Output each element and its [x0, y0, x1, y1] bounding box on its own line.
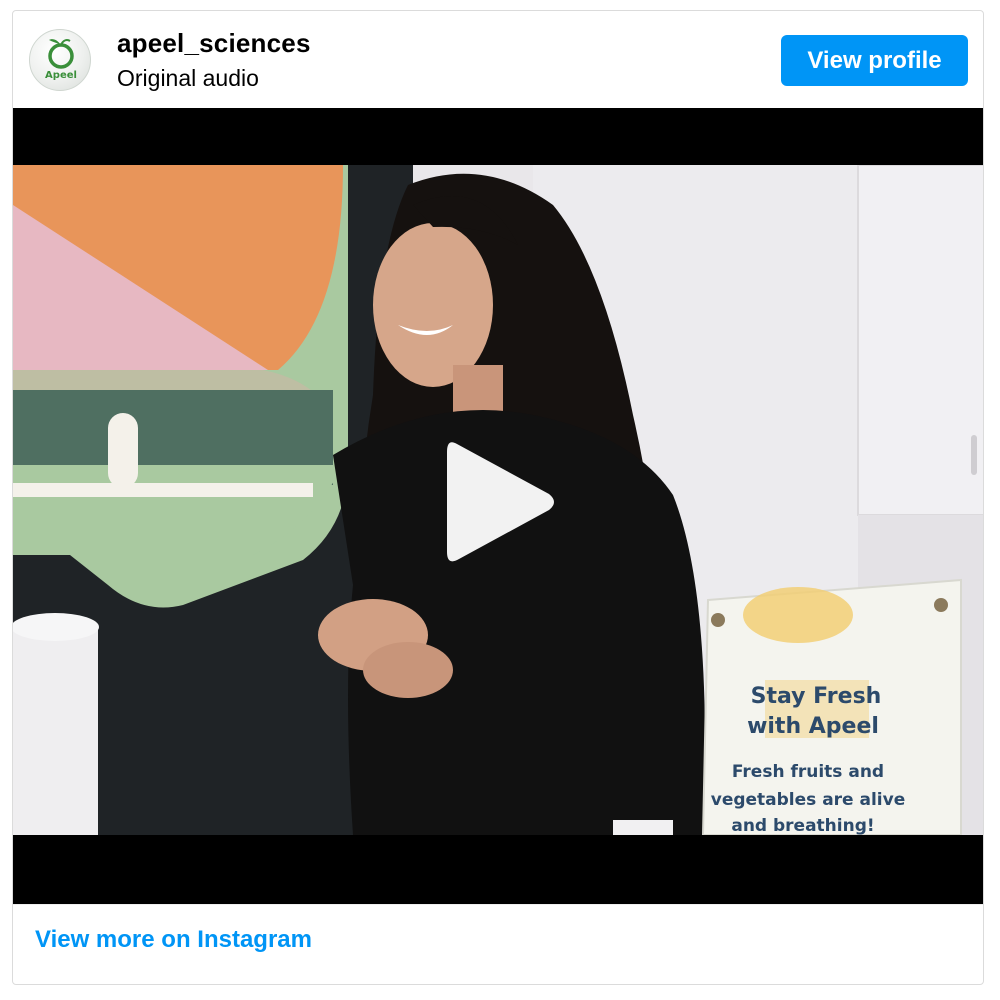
audio-label: Original audio — [117, 65, 259, 91]
instagram-embed: Apeel apeel_sciences Original audio View… — [12, 10, 984, 985]
play-icon[interactable] — [443, 438, 559, 566]
sign-body-line3: and breathing! — [731, 816, 874, 835]
sign-body-line1: Fresh fruits and — [732, 762, 884, 782]
apeel-logo-icon: Apeel — [45, 39, 77, 81]
view-more-instagram-link[interactable]: View more on Instagram — [35, 926, 312, 954]
sign-title-line2: with Apeel — [747, 714, 879, 739]
avatar-logo-text: Apeel — [45, 70, 77, 81]
video-player[interactable]: Stay Fresh with Apeel Fresh fruits and v… — [13, 108, 983, 904]
sign-title-line1: Stay Fresh — [751, 684, 882, 709]
embed-header: Apeel apeel_sciences Original audio View… — [13, 11, 983, 109]
sign-body-line2: vegetables are alive — [711, 790, 906, 810]
embed-footer: View more on Instagram — [13, 904, 983, 984]
username[interactable]: apeel_sciences — [117, 28, 311, 59]
avatar[interactable]: Apeel — [29, 29, 91, 91]
view-profile-button[interactable]: View profile — [781, 35, 968, 86]
